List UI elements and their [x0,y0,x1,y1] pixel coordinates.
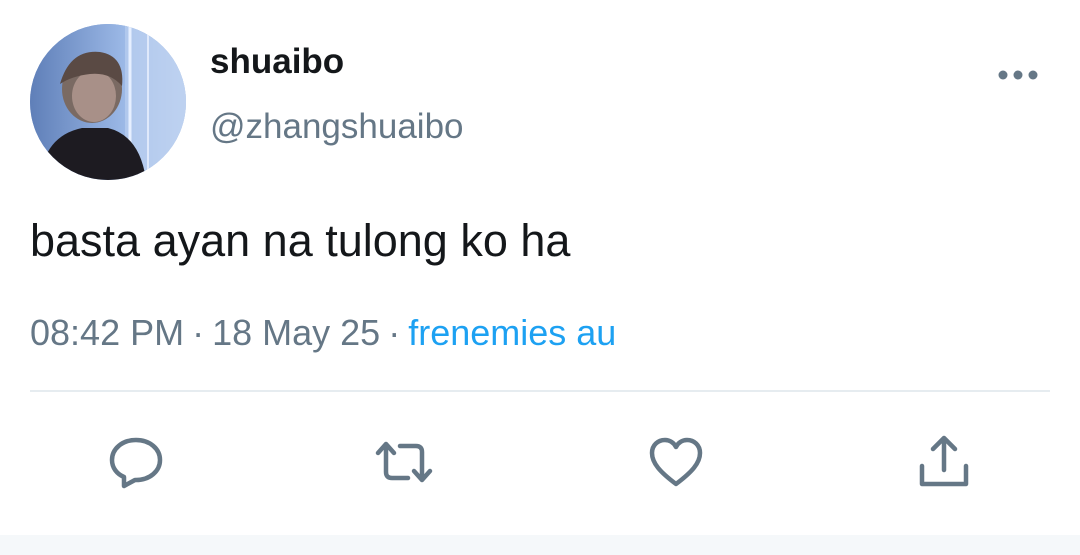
comment-bubble-icon [109,437,163,489]
tweet-meta: 08:42 PM · 18 May 25 · frenemies au [30,310,616,356]
share-button[interactable] [912,430,976,494]
retweet-arrows-icon [375,441,433,483]
tweet-card: shuaibo @zhangshuaibo basta ayan na tulo… [0,0,1080,555]
tweet-date: 18 May 25 [212,312,381,353]
retweet-button[interactable] [372,430,436,494]
tweet-text: basta ayan na tulong ko ha [30,215,571,266]
display-name[interactable]: shuaibo [210,40,344,84]
more-options-button[interactable] [996,60,1040,90]
divider [30,390,1050,392]
reply-button[interactable] [104,430,168,494]
avatar-image [30,24,186,180]
card-bottom-edge [0,535,1080,555]
tweet-time: 08:42 PM [30,312,185,353]
action-bar [0,430,1080,494]
meta-separator: · [388,312,401,353]
share-upload-icon [919,435,969,487]
like-button[interactable] [644,430,708,494]
user-handle[interactable]: @zhangshuaibo [210,105,464,149]
more-dots-icon [998,70,1038,80]
avatar[interactable] [30,24,186,180]
source-link[interactable]: frenemies au [408,312,616,353]
heart-icon [649,437,703,487]
meta-separator: · [192,312,205,353]
